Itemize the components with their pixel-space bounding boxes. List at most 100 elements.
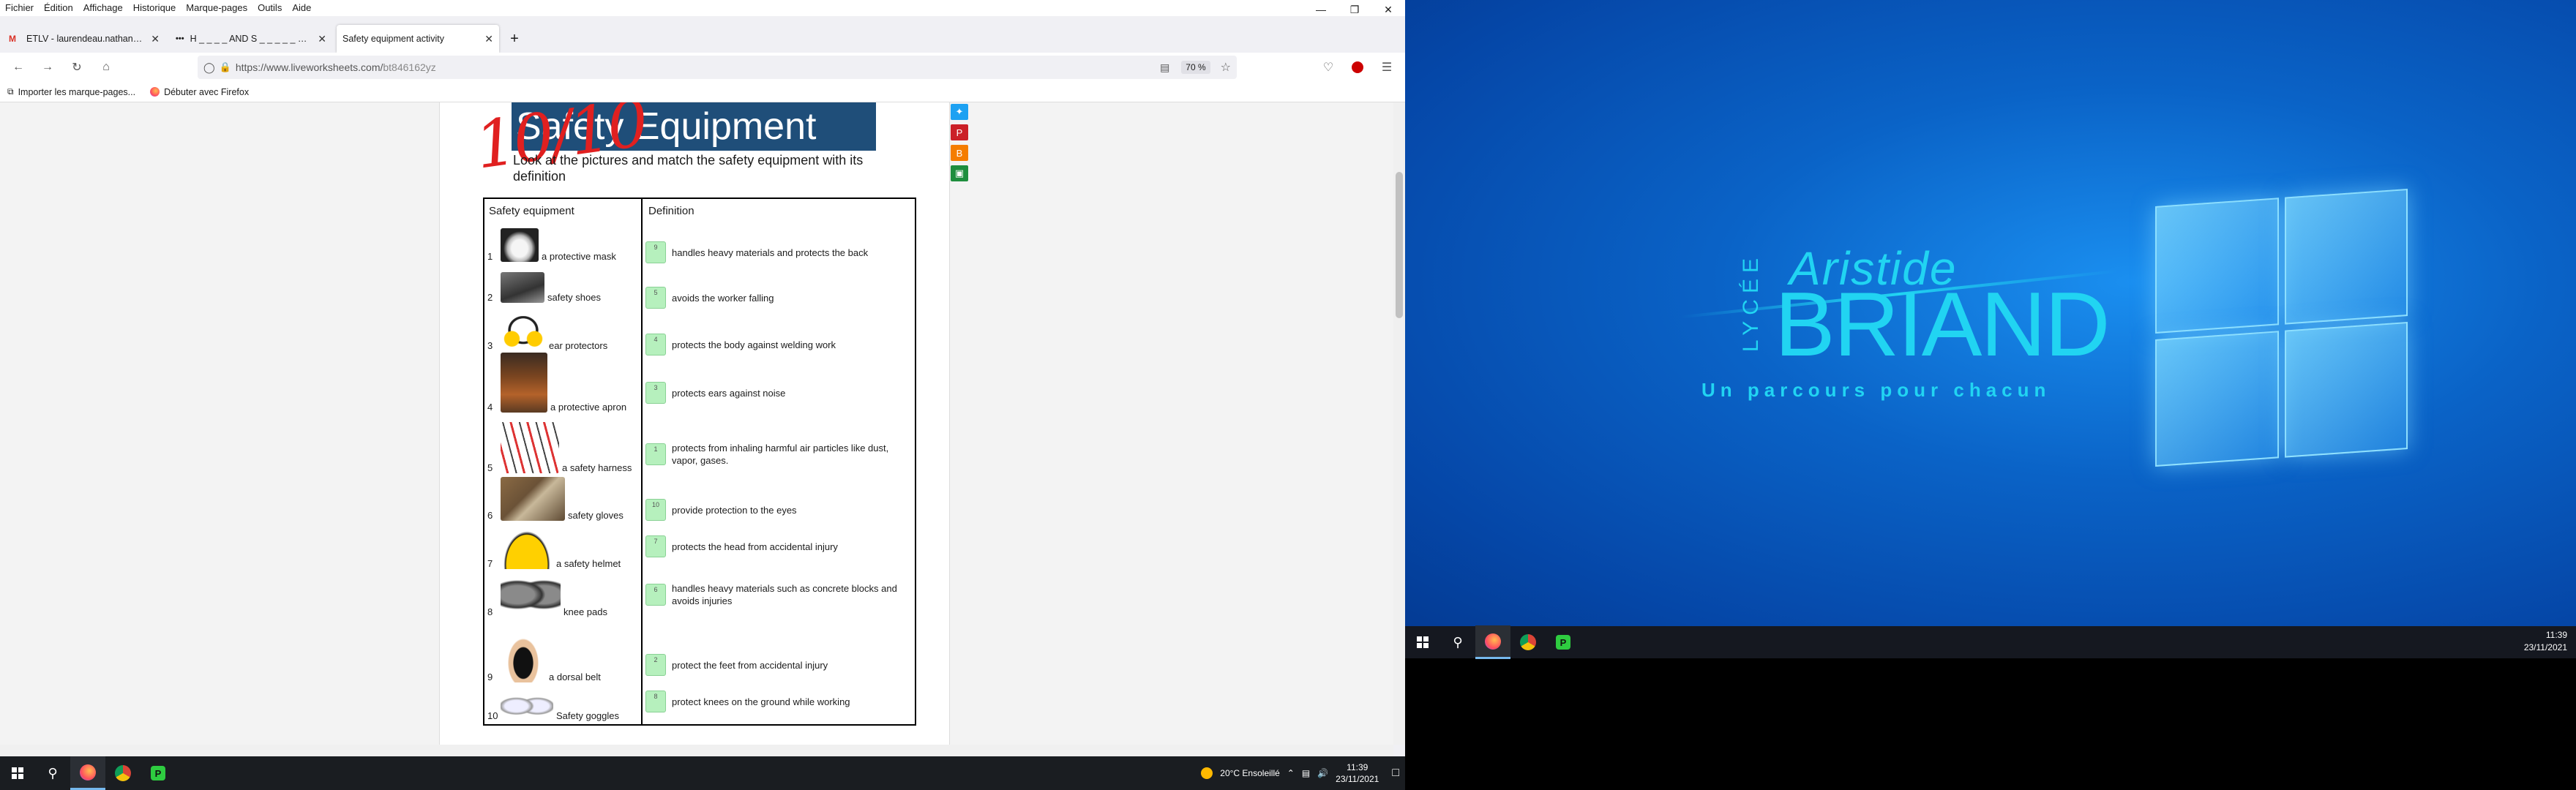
search-icon[interactable]: ⚲ xyxy=(35,756,70,790)
scrollbar-thumb[interactable] xyxy=(1396,172,1403,318)
logo-name-main: BRIAND xyxy=(1775,274,2111,375)
knee-pads-picture xyxy=(501,572,561,617)
window-controls: — ❐ ✕ xyxy=(1304,0,1405,19)
definition-row: 4 protects the body against welding work xyxy=(645,334,909,356)
restore-button[interactable]: ❐ xyxy=(1338,0,1371,19)
menu-outils[interactable]: Outils xyxy=(252,0,287,16)
close-window-button[interactable]: ✕ xyxy=(1371,0,1405,19)
item-number: 5 xyxy=(487,462,493,473)
shield-icon[interactable]: ◯ xyxy=(203,61,215,74)
firefox-taskbar-icon[interactable] xyxy=(1475,625,1510,659)
item-number: 2 xyxy=(487,292,493,303)
answer-box[interactable]: 4 xyxy=(645,334,666,356)
zoom-level[interactable]: 70 % xyxy=(1181,61,1210,74)
item-label: Safety goggles xyxy=(556,710,620,721)
url-bar[interactable]: ◯ 🔒 https://www.liveworksheets.com/bt846… xyxy=(198,56,1237,79)
weather-sun-icon[interactable] xyxy=(1201,767,1213,779)
chrome-taskbar-icon[interactable] xyxy=(105,756,141,790)
app-taskbar-icon[interactable]: P xyxy=(141,756,176,790)
answer-box[interactable]: 8 xyxy=(645,691,666,712)
search-icon[interactable]: ⚲ xyxy=(1440,625,1475,659)
tab-health-safety[interactable]: ••• H _ _ _ _ AND S _ _ _ _ _ _ | Ma ✕ xyxy=(170,25,332,53)
url-text[interactable]: https://www.liveworksheets.com/bt846162y… xyxy=(236,61,1156,73)
item-number: 3 xyxy=(487,340,493,351)
classroom-icon[interactable]: ▣ xyxy=(951,165,968,181)
twitter-icon[interactable]: ✦ xyxy=(951,104,968,120)
home-icon[interactable]: ⌂ xyxy=(94,56,119,79)
item-label: safety gloves xyxy=(568,510,624,521)
monitor-2: LYCÉE Aristide BRIAND Un parcours pour c… xyxy=(1405,0,2576,790)
chevron-up-icon[interactable]: ⌃ xyxy=(1287,768,1295,778)
notifications-icon[interactable]: □ xyxy=(1392,767,1399,780)
apron-picture xyxy=(501,353,547,413)
chrome-taskbar-icon[interactable] xyxy=(1510,625,1546,659)
definition-text: handles heavy materials and protects the… xyxy=(672,247,869,258)
worksheet: Safety Equipment 10/10 Look at the pictu… xyxy=(439,102,968,745)
bookmark-firefox[interactable]: Débuter avec Firefox xyxy=(150,87,249,97)
close-tab-icon[interactable]: ✕ xyxy=(318,33,326,45)
firefox-taskbar-icon[interactable] xyxy=(70,756,105,790)
tab-gmail[interactable]: M ETLV - laurendeau.nathan@gm ✕ xyxy=(3,25,165,53)
answer-box[interactable]: 9 xyxy=(645,241,666,263)
close-tab-icon[interactable]: ✕ xyxy=(151,33,160,45)
dorsal-belt-picture xyxy=(501,627,546,682)
menu-icon[interactable]: ☰ xyxy=(1374,56,1399,79)
clock-secondary[interactable]: 11:39 23/11/2021 xyxy=(2524,629,2567,654)
navigation-bar: ← → ↻ ⌂ ◯ 🔒 https://www.liveworksheets.c… xyxy=(0,53,1405,82)
answer-box[interactable]: 6 xyxy=(645,584,666,606)
answer-box[interactable]: 1 xyxy=(645,443,666,465)
menu-affichage[interactable]: Affichage xyxy=(78,0,128,16)
blogger-icon[interactable]: B xyxy=(951,145,968,161)
equipment-item: 1 a protective mask xyxy=(487,228,616,262)
vertical-scrollbar[interactable] xyxy=(1393,102,1405,745)
answer-box[interactable]: 5 xyxy=(645,287,666,309)
menu-aide[interactable]: Aide xyxy=(287,0,316,16)
answer-box[interactable]: 3 xyxy=(645,382,666,404)
weather-text[interactable]: 20°C Ensoleillé xyxy=(1220,768,1280,778)
definition-text: handles heavy materials such as concrete… xyxy=(672,583,897,606)
menu-historique[interactable]: Historique xyxy=(128,0,181,16)
tab-safety-equipment[interactable]: Safety equipment activity ✕ xyxy=(337,25,499,53)
monitor-1: Fichier Édition Affichage Historique Mar… xyxy=(0,0,1405,790)
definition-text: protects the head from accidental injury xyxy=(672,541,838,552)
close-tab-icon[interactable]: ✕ xyxy=(484,33,493,45)
lock-icon[interactable]: 🔒 xyxy=(220,61,231,73)
reload-icon[interactable]: ↻ xyxy=(64,56,89,79)
new-tab-button[interactable]: + xyxy=(503,25,525,53)
mask-picture xyxy=(501,228,539,262)
item-number: 10 xyxy=(487,710,498,721)
bookmark-star-icon[interactable]: ☆ xyxy=(1221,60,1231,75)
item-label: knee pads xyxy=(564,606,607,617)
network-icon[interactable]: ▤ xyxy=(1302,768,1310,778)
bookmark-label: Débuter avec Firefox xyxy=(164,86,250,97)
menu-marque-pages[interactable]: Marque-pages xyxy=(181,0,252,16)
bookmark-import[interactable]: ⧉ Importer les marque-pages... xyxy=(7,86,135,97)
minimize-button[interactable]: — xyxy=(1304,0,1338,19)
reader-view-icon[interactable]: ▤ xyxy=(1160,61,1169,74)
app-taskbar-icon[interactable]: P xyxy=(1546,625,1581,659)
horizontal-scrollbar[interactable] xyxy=(0,745,1393,756)
answer-box[interactable]: 2 xyxy=(645,654,666,676)
definition-text: protect knees on the ground while workin… xyxy=(672,696,850,707)
social-share-bar: ✦ P B ▣ xyxy=(951,104,970,181)
back-icon[interactable]: ← xyxy=(6,56,31,79)
menu-fichier[interactable]: Fichier xyxy=(0,0,39,16)
answer-box[interactable]: 7 xyxy=(645,535,666,557)
windows-start-icon[interactable] xyxy=(0,756,35,790)
answer-box[interactable]: 10 xyxy=(645,499,666,521)
pocket-icon[interactable]: ♡ xyxy=(1316,56,1341,79)
url-path: bt846162yz xyxy=(383,61,436,73)
definition-text: protect the feet from accidental injury xyxy=(672,659,828,671)
pinterest-icon[interactable]: P xyxy=(951,124,968,140)
shoes-picture xyxy=(501,272,544,303)
windows-start-icon[interactable] xyxy=(1405,625,1440,659)
bookmark-label: Importer les marque-pages... xyxy=(18,86,136,97)
extension-icon[interactable] xyxy=(1345,56,1370,79)
toolbar-right: ♡ ☰ xyxy=(1316,56,1399,79)
menu-edition[interactable]: Édition xyxy=(39,0,78,16)
clock-date: 23/11/2021 xyxy=(2523,642,2567,652)
clock[interactable]: 11:39 23/11/2021 xyxy=(1336,761,1379,785)
volume-icon[interactable]: 🔊 xyxy=(1317,768,1328,778)
forward-icon[interactable]: → xyxy=(35,56,60,79)
definition-text: protects from inhaling harmful air parti… xyxy=(672,443,889,466)
